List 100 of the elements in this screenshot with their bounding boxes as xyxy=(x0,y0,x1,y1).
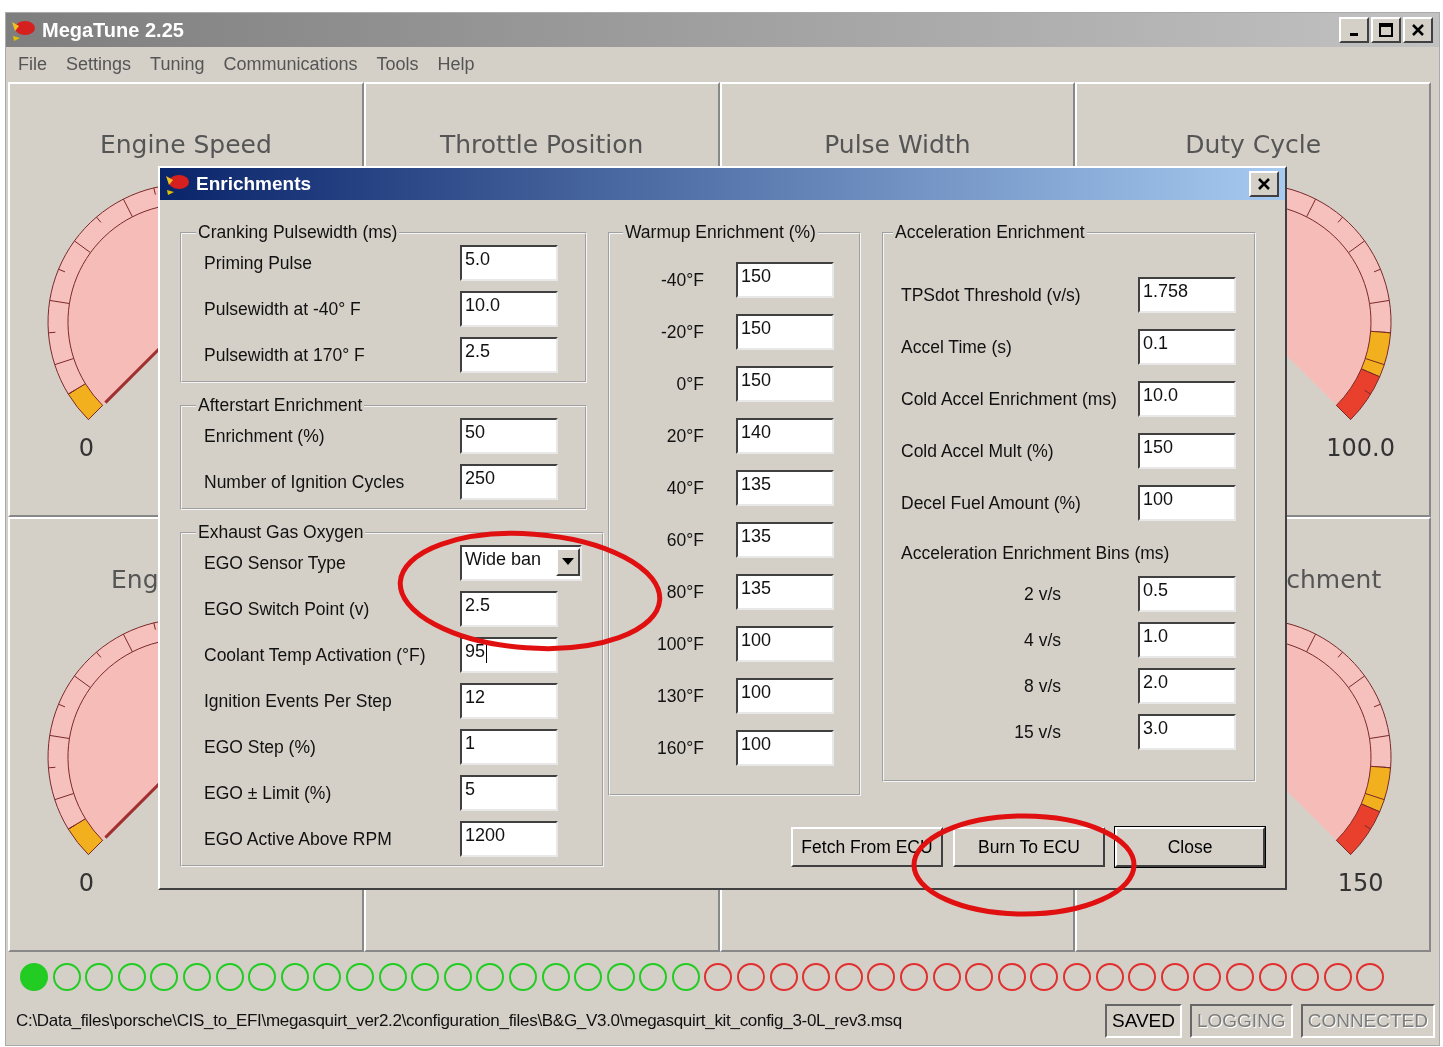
menu-item[interactable]: Settings xyxy=(58,53,143,75)
gauge-title: Duty Cycle xyxy=(1185,130,1322,159)
window-title: MegaTune 2.25 xyxy=(42,18,184,42)
field-label: 160°F xyxy=(656,737,704,759)
field-label: Ignition Events Per Step xyxy=(204,690,393,712)
input-field[interactable]: 135 xyxy=(736,470,834,506)
dialog-title: Enrichments xyxy=(196,173,312,195)
field-label: -20°F xyxy=(660,321,704,343)
field-label: 130°F xyxy=(656,685,704,707)
input-field[interactable]: 1.758 xyxy=(1138,277,1236,313)
field-label: Pulsewidth at -40° F xyxy=(204,298,362,320)
input-field[interactable]: 100 xyxy=(736,730,834,766)
group-title: Warmup Enrichment (%) xyxy=(624,222,817,243)
input-field[interactable]: 140 xyxy=(736,418,834,454)
field-label: -40°F xyxy=(660,269,704,291)
field-label: 2 v/s xyxy=(1023,583,1061,605)
input-field[interactable]: 3.0 xyxy=(1138,714,1236,750)
menu-item[interactable]: Communications xyxy=(215,53,369,75)
group-title: Exhaust Gas Oxygen xyxy=(197,522,365,543)
dialog-button[interactable]: Burn To ECU xyxy=(953,827,1105,867)
input-field[interactable]: 1 xyxy=(460,729,558,765)
status-flag: LOGGING xyxy=(1189,1004,1293,1038)
field-label: Coolant Temp Activation (°F) xyxy=(204,644,427,666)
gauge-title: Pulse Width xyxy=(824,130,971,159)
gauge-title: Engine Speed xyxy=(99,130,272,159)
input-field[interactable]: 2.5 xyxy=(460,591,558,627)
field-label: Cold Accel Enrichment (ms) xyxy=(901,388,1118,410)
minimize-button[interactable] xyxy=(1339,17,1369,43)
input-field[interactable]: 100 xyxy=(736,678,834,714)
scale-label: 0 xyxy=(78,868,95,897)
field-label: EGO Step (%) xyxy=(204,736,317,758)
scale-label: 100.0 xyxy=(1326,433,1396,462)
status-flag: SAVED xyxy=(1104,1004,1182,1038)
input-field[interactable]: 2.0 xyxy=(1138,668,1236,704)
input-field[interactable]: 250 xyxy=(460,464,558,500)
gauge-title: Throttle Position xyxy=(439,130,644,159)
field-label: Enrichment (%) xyxy=(204,425,326,447)
field-label: Cold Accel Mult (%) xyxy=(901,440,1055,462)
menu-item[interactable]: Tuning xyxy=(142,53,216,75)
input-field[interactable]: 12 xyxy=(460,683,558,719)
field-label: 15 v/s xyxy=(1013,721,1061,743)
close-icon xyxy=(1411,23,1425,37)
input-field[interactable]: 150 xyxy=(736,262,834,298)
input-field[interactable]: 10.0 xyxy=(1138,381,1236,417)
field-label: Accel Time (s) xyxy=(901,336,1013,358)
logo-icon xyxy=(10,18,36,42)
dialog-button[interactable]: Close xyxy=(1115,827,1265,867)
field-label: EGO Switch Point (v) xyxy=(204,598,371,620)
input-field[interactable]: 5.0 xyxy=(460,245,558,281)
section-label: Acceleration Enrichment Bins (ms) xyxy=(901,543,1171,564)
input-field[interactable]: 135 xyxy=(736,522,834,558)
field-label: 0°F xyxy=(675,373,704,395)
status-flag: CONNECTED xyxy=(1300,1004,1435,1038)
field-label: Decel Fuel Amount (%) xyxy=(901,492,1082,514)
field-label: 60°F xyxy=(665,529,704,551)
input-field[interactable]: 10.0 xyxy=(460,291,558,327)
input-field[interactable]: 150 xyxy=(736,314,834,350)
scale-label: 0 xyxy=(78,433,95,462)
field-label: 4 v/s xyxy=(1023,629,1061,651)
field-label: Pulsewidth at 170° F xyxy=(204,344,366,366)
dropdown-field[interactable]: Wide ban xyxy=(460,545,582,581)
gauge-title: Eng xyxy=(111,565,159,594)
field-label: 80°F xyxy=(665,581,704,603)
close-button[interactable] xyxy=(1249,171,1279,197)
input-field[interactable]: 135 xyxy=(736,574,834,610)
close-button[interactable] xyxy=(1403,17,1433,43)
input-field[interactable]: 2.5 xyxy=(460,337,558,373)
field-label: EGO Active Above RPM xyxy=(204,828,393,850)
maximize-icon xyxy=(1379,23,1393,37)
field-label: 100°F xyxy=(656,633,704,655)
field-label: EGO ± Limit (%) xyxy=(204,782,333,804)
field-label: EGO Sensor Type xyxy=(204,552,347,574)
group-title: Cranking Pulsewidth (ms) xyxy=(197,222,399,243)
menu-item[interactable]: File xyxy=(10,53,58,75)
file-path: C:\Data_files\porsche\CIS_to_EFI\megasquirt_ver2.2\configuration_files\B&G_V3.0\megasquirt_kit_config_3-0L_rev3.msq xyxy=(16,1011,902,1031)
field-label: Priming Pulse xyxy=(204,252,313,274)
gauge-title: chment xyxy=(1286,565,1382,594)
logo-icon xyxy=(164,172,190,196)
field-label: 8 v/s xyxy=(1023,675,1061,697)
scale-label: 150 xyxy=(1337,868,1384,897)
input-field[interactable]: 1200 xyxy=(460,821,558,857)
input-field[interactable]: 100 xyxy=(736,626,834,662)
input-field[interactable]: 1.0 xyxy=(1138,622,1236,658)
group-title: Acceleration Enrichment xyxy=(894,222,1086,243)
field-label: 20°F xyxy=(665,425,704,447)
close-icon xyxy=(1257,177,1271,191)
input-field[interactable]: 0.1 xyxy=(1138,329,1236,365)
input-field[interactable]: 100 xyxy=(1138,485,1236,521)
input-field[interactable]: 150 xyxy=(736,366,834,402)
maximize-button[interactable] xyxy=(1371,17,1401,43)
field-label: TPSdot Threshold (v/s) xyxy=(901,284,1082,306)
input-field[interactable]: 50 xyxy=(460,418,558,454)
menu-item[interactable]: Tools xyxy=(368,53,430,75)
input-field[interactable]: 150 xyxy=(1138,433,1236,469)
input-field[interactable]: 5 xyxy=(460,775,558,811)
menu-item[interactable]: Help xyxy=(429,53,486,75)
input-field[interactable]: 0.5 xyxy=(1138,576,1236,612)
field-label: 40°F xyxy=(665,477,704,499)
field-label: Number of Ignition Cycles xyxy=(204,471,406,493)
group-title: Afterstart Enrichment xyxy=(197,395,364,416)
